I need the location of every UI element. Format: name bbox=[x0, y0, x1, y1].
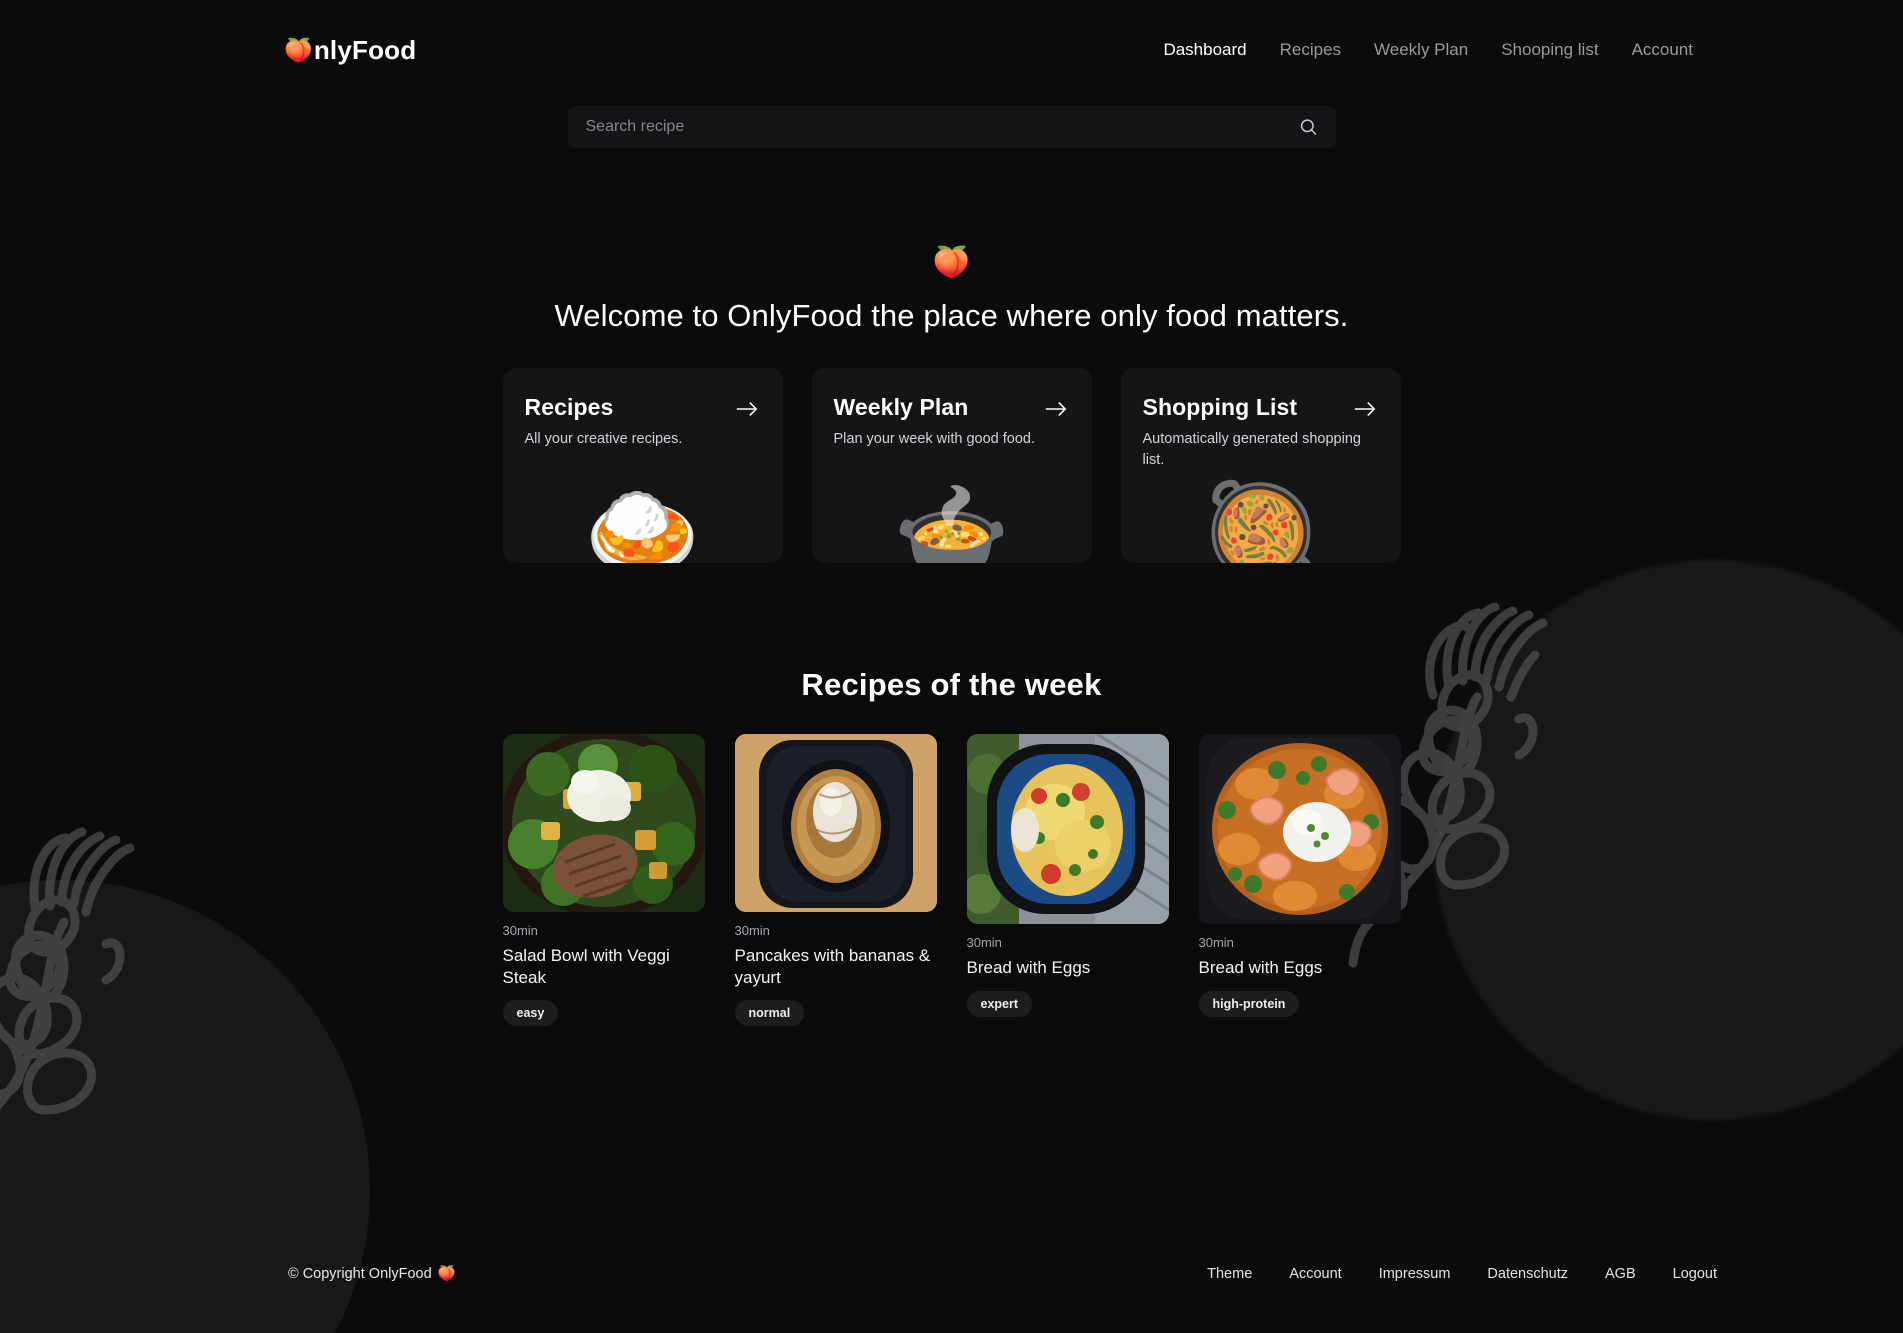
main-navigation: Dashboard Recipes Weekly Plan Shooping l… bbox=[1163, 40, 1835, 60]
search-input[interactable] bbox=[567, 106, 1336, 148]
recipe-card[interactable]: 30min Salad Bowl with Veggi Steak easy bbox=[502, 734, 705, 1027]
recipe-time: 30min bbox=[1198, 935, 1234, 951]
footer-link-datenschutz[interactable]: Datenschutz bbox=[1487, 1266, 1568, 1282]
bread-with-eggs-photo bbox=[966, 734, 1169, 925]
recipe-name: Bread with Eggs bbox=[1198, 958, 1323, 978]
top-header: 🍑 nlyFood Dashboard Recipes Weekly Plan S… bbox=[0, 0, 1903, 74]
recipe-badge: high-protein bbox=[1198, 990, 1300, 1017]
site-footer: © Copyright OnlyFood 🍑 Theme Account Imp… bbox=[0, 1265, 1903, 1283]
recipe-card[interactable]: 30min Bread with Eggs high-protein bbox=[1198, 734, 1401, 1017]
search-icon[interactable] bbox=[1299, 118, 1318, 137]
salad-bowl-photo bbox=[502, 734, 705, 913]
recipe-time: 30min bbox=[734, 923, 770, 939]
page-title: Welcome to OnlyFood the place where only… bbox=[554, 298, 1349, 333]
pot-of-food-icon: 🍲 bbox=[892, 479, 1011, 564]
footer-link-logout[interactable]: Logout bbox=[1673, 1266, 1717, 1282]
peach-footer-icon: 🍑 bbox=[437, 1266, 456, 1282]
recipe-thumbnail[interactable] bbox=[734, 734, 937, 913]
pancakes-photo bbox=[734, 734, 937, 913]
feature-cards: Recipes All your creative recipes. 🍛 Wee… bbox=[502, 368, 1401, 564]
footer-links: Theme Account Impressum Datenschutz AGB … bbox=[1207, 1266, 1835, 1282]
recipe-card[interactable]: 30min Pancakes with bananas & yayurt nor… bbox=[734, 734, 937, 1027]
copyright-text: © Copyright OnlyFood bbox=[288, 1265, 432, 1282]
feature-description: All your creative recipes. bbox=[524, 431, 683, 448]
recipe-thumbnail[interactable] bbox=[966, 734, 1169, 925]
recipe-thumbnail[interactable] bbox=[502, 734, 705, 913]
recipe-time: 30min bbox=[502, 923, 538, 939]
recipe-badge: normal bbox=[734, 1000, 805, 1027]
feature-card-recipes[interactable]: Recipes All your creative recipes. 🍛 bbox=[502, 368, 783, 564]
feature-title: Recipes bbox=[524, 394, 614, 421]
arrow-right-icon[interactable] bbox=[735, 399, 759, 419]
feature-description: Automatically generated shopping list. bbox=[1142, 431, 1361, 469]
nav-item-account[interactable]: Account bbox=[1632, 40, 1693, 60]
recipe-thumbnail[interactable] bbox=[1198, 734, 1401, 925]
shrimp-rice-bowl-photo bbox=[1198, 734, 1401, 925]
arrow-right-icon[interactable] bbox=[1044, 399, 1068, 419]
recipe-name: Salad Bowl with Veggi Steak bbox=[502, 946, 670, 987]
feature-card-header: Weekly Plan bbox=[834, 394, 1068, 421]
recipes-of-the-week-list: 30min Salad Bowl with Veggi Steak easy 3… bbox=[502, 734, 1401, 1027]
hero-section: 🍑 Welcome to OnlyFood the place where on… bbox=[0, 248, 1903, 336]
brand-name: nlyFood bbox=[313, 34, 417, 65]
feature-card-header: Shopping List bbox=[1143, 394, 1377, 421]
feature-title: Weekly Plan bbox=[833, 394, 969, 421]
recipe-badge: expert bbox=[966, 990, 1033, 1017]
feature-card-weekly-plan[interactable]: Weekly Plan Plan your week with good foo… bbox=[811, 368, 1092, 564]
recipe-time: 30min bbox=[966, 935, 1002, 951]
footer-link-theme[interactable]: Theme bbox=[1207, 1266, 1252, 1282]
recipe-card[interactable]: 30min Bread with Eggs expert bbox=[966, 734, 1169, 1017]
footer-link-agb[interactable]: AGB bbox=[1605, 1266, 1636, 1282]
nav-item-shopping-list[interactable]: Shooping list bbox=[1501, 40, 1598, 60]
shallow-pan-of-food-icon: 🥘 bbox=[1201, 479, 1320, 564]
curry-rice-icon: 🍛 bbox=[583, 479, 702, 564]
feature-description: Plan your week with good food. bbox=[833, 431, 1036, 448]
recipe-name: Pancakes with bananas & yayurt bbox=[734, 946, 931, 987]
recipe-badge: easy bbox=[502, 1000, 559, 1027]
search-bar bbox=[567, 106, 1336, 148]
copyright: © Copyright OnlyFood 🍑 bbox=[288, 1265, 456, 1283]
recipe-name: Bread with Eggs bbox=[966, 958, 1091, 978]
section-title-recipes-of-the-week: Recipes of the week bbox=[801, 667, 1102, 703]
page-root: 🍑 nlyFood Dashboard Recipes Weekly Plan S… bbox=[0, 0, 1903, 1283]
feature-card-shopping-list[interactable]: Shopping List Automatically generated sh… bbox=[1120, 368, 1401, 564]
feature-card-header: Recipes bbox=[525, 394, 759, 421]
peach-hero-icon: 🍑 bbox=[932, 246, 971, 279]
nav-item-recipes[interactable]: Recipes bbox=[1280, 40, 1341, 60]
arrow-right-icon[interactable] bbox=[1353, 399, 1377, 419]
peach-logo-icon: 🍑 bbox=[284, 36, 313, 63]
nav-item-dashboard[interactable]: Dashboard bbox=[1163, 40, 1246, 60]
footer-link-account[interactable]: Account bbox=[1289, 1266, 1341, 1282]
nav-item-weekly-plan[interactable]: Weekly Plan bbox=[1374, 40, 1468, 60]
brand-logo[interactable]: 🍑 nlyFood bbox=[284, 35, 416, 66]
feature-title: Shopping List bbox=[1142, 394, 1298, 421]
footer-link-impressum[interactable]: Impressum bbox=[1379, 1266, 1451, 1282]
